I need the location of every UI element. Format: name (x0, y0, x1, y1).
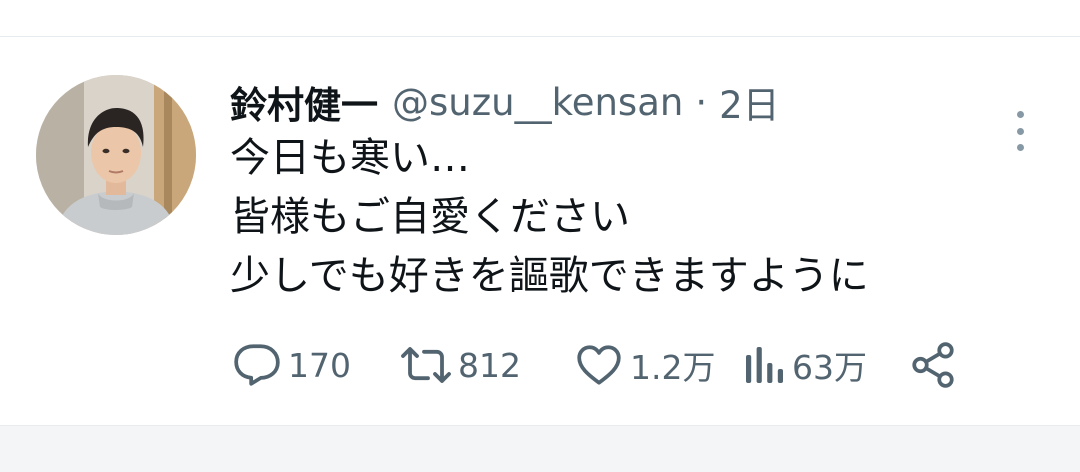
reply-icon (234, 344, 280, 386)
next-tweet-separator (0, 425, 1080, 472)
like-count: 1.2万 (630, 348, 716, 387)
retweet-button[interactable]: 812 (400, 337, 521, 393)
retweet-icon (401, 347, 451, 383)
more-dot (1016, 111, 1024, 118)
views-count: 63万 (792, 348, 867, 387)
share-button[interactable] (908, 337, 958, 393)
more-dot (1016, 127, 1024, 135)
heart-icon (577, 345, 621, 385)
action-bar: 170 812 1.2万 63万 (232, 337, 972, 393)
user-handle[interactable]: @suzu__kensan (392, 81, 683, 124)
avatar-photo (36, 75, 196, 235)
tweet-line: 今日も寒い… (230, 135, 470, 181)
retweet-count: 812 (458, 345, 521, 385)
display-name[interactable]: 鈴村健一 (230, 75, 378, 129)
tweet-text: 今日も寒い… 皆様もご自愛ください 少しでも好きを謳歌できますように (230, 129, 1010, 306)
tweet-card[interactable]: 鈴村健一 @suzu__kensan · 2日 今日も寒い… 皆様もご自愛くださ… (0, 37, 1080, 425)
tweet-line: 少しでも好きを謳歌できますように (230, 253, 869, 299)
share-icon (912, 342, 954, 388)
separator-dot: · (695, 80, 708, 124)
tweet-content: 鈴村健一 @suzu__kensan · 2日 今日も寒い… 皆様もご自愛くださ… (230, 77, 1010, 306)
reply-button[interactable]: 170 (232, 337, 351, 393)
tweet-header: 鈴村健一 @suzu__kensan · 2日 (230, 75, 1010, 129)
tweet-line: 皆様もご自愛ください (230, 194, 630, 240)
like-button[interactable]: 1.2万 (574, 337, 715, 393)
avatar[interactable] (36, 75, 196, 235)
more-dot (1016, 144, 1024, 151)
timestamp[interactable]: 2日 (719, 75, 780, 129)
views-icon (746, 347, 783, 383)
reply-count: 170 (288, 345, 351, 385)
more-icon[interactable] (1004, 109, 1036, 153)
page: 鈴村健一 @suzu__kensan · 2日 今日も寒い… 皆様もご自愛くださ… (0, 0, 1080, 472)
views-button[interactable]: 63万 (742, 337, 867, 393)
